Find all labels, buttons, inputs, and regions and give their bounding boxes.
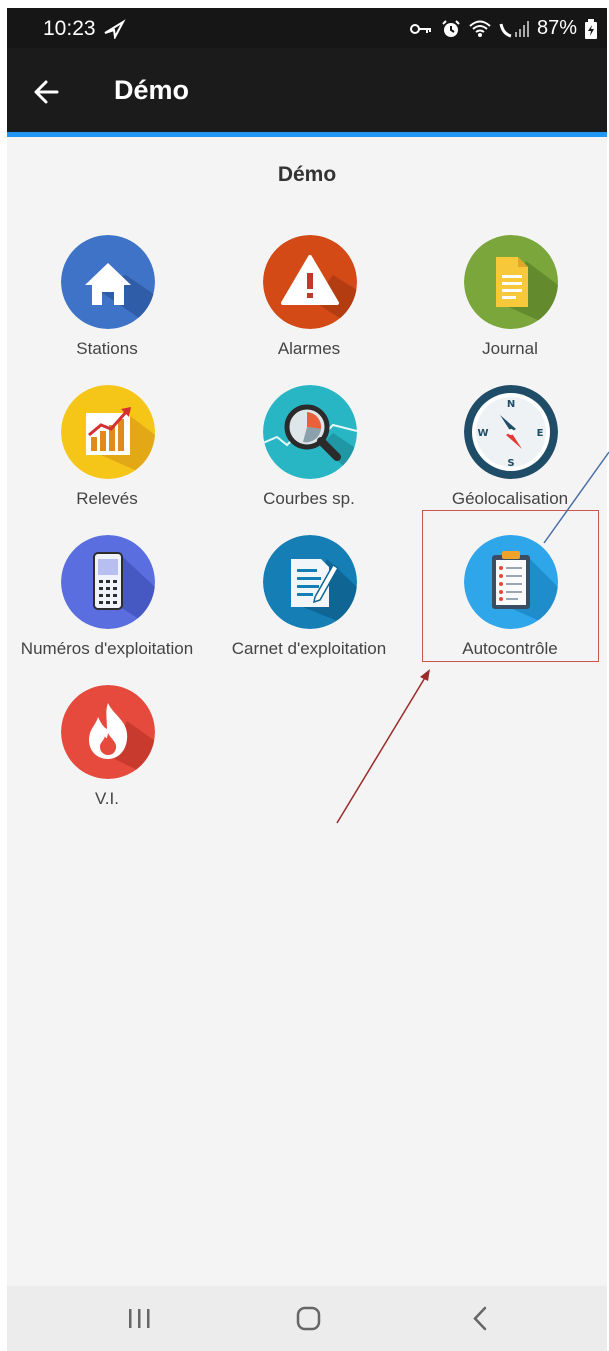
app-bar-accent-line [7,132,607,137]
location-sharing-icon [104,19,126,39]
back-arrow-icon[interactable] [29,74,65,110]
tile-label: Journal [482,339,538,358]
tile-label: Relevés [76,489,138,508]
alarm-icon [442,19,460,37]
status-icons: 87% [409,17,597,40]
tile-label: Stations [76,339,138,358]
system-nav-bar [7,1286,607,1351]
notebook-icon [263,535,357,629]
tile-label: Alarmes [277,339,341,358]
wifi-icon [469,20,491,37]
tile-courbes[interactable]: Courbes sp. [209,385,409,525]
tile-numeros[interactable]: Numéros d'exploitation [7,535,207,675]
battery-percent: 87% [536,17,577,39]
app-bar [7,48,607,132]
key-icon [409,23,431,34]
highlight-box [422,510,599,662]
tile-releves[interactable]: Relevés [7,385,207,525]
magnifier-chart-icon [263,385,357,479]
home-icon[interactable] [278,1296,338,1341]
svg-text:N: N [507,399,515,410]
svg-text:S: S [507,458,514,469]
tile-label: Courbes sp. [263,489,355,508]
tile-stations[interactable]: Stations [7,235,207,375]
tile-carnet[interactable]: Carnet d'exploitation [209,535,409,675]
tile-label: Numéros d'exploitation [20,639,194,658]
tile-geolocalisation[interactable]: N S W E Géolocalisation [410,385,607,525]
battery-icon [585,18,597,39]
wifi-call-signal-icon [499,20,529,37]
fire-icon [61,685,155,779]
house-icon [61,235,155,329]
tile-vi[interactable]: V.I. [7,685,207,825]
mobile-phone-icon [61,535,155,629]
tile-label: Carnet d'exploitation [231,639,387,658]
status-bar: 10:23 87% [7,8,607,48]
svg-text:W: W [477,428,488,439]
tile-label: V.I. [95,789,119,808]
recent-apps-icon[interactable] [109,1296,169,1341]
tile-label: Géolocalisation [451,489,569,508]
back-nav-icon[interactable] [450,1296,510,1341]
phone-screen: 10:23 87% Démo Démo Stations Alarmes Jou… [7,8,607,1351]
status-time: 10:23 [43,17,96,40]
tile-journal[interactable]: Journal [410,235,607,375]
document-icon [464,235,558,329]
bar-chart-icon [61,385,155,479]
warning-icon [263,235,357,329]
compass-icon: N S W E [464,385,558,479]
tile-alarmes[interactable]: Alarmes [209,235,409,375]
svg-text:E: E [537,428,544,439]
section-title: Démo [277,163,337,186]
app-bar-title: Démo [114,75,190,105]
